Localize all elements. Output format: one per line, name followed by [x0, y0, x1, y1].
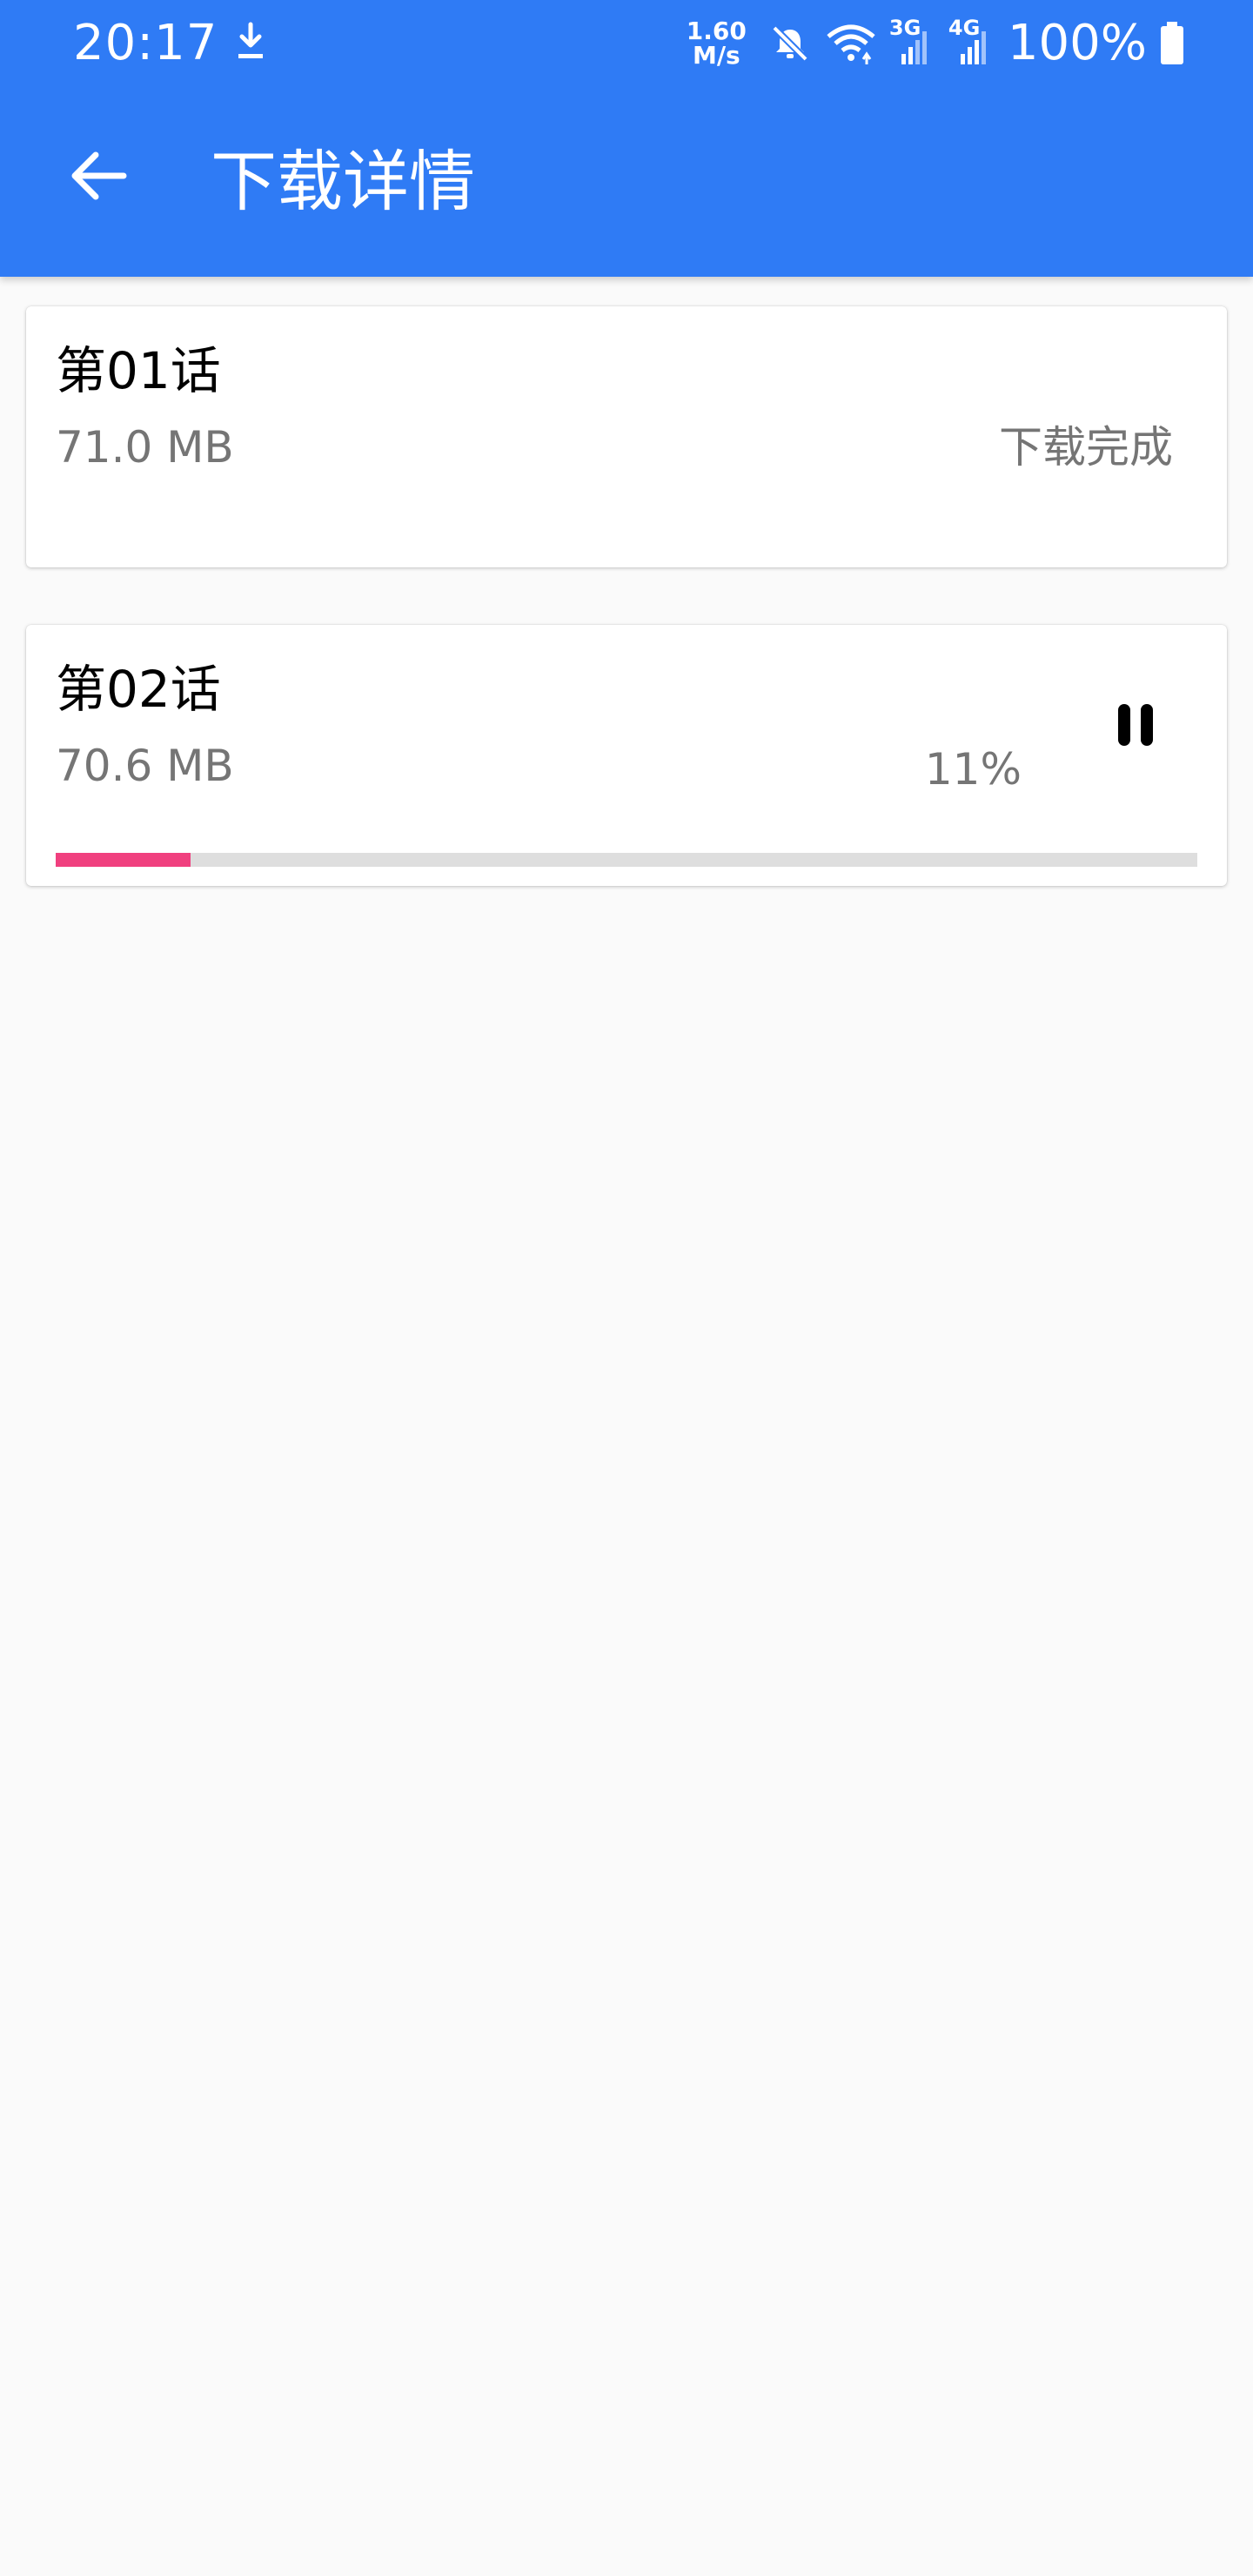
network-speed-value: 1.60 [686, 17, 747, 45]
top-bar: 20:17 1.60 M/s 3G 4G 100% 下载详情 [0, 0, 1253, 277]
app-bar: 下载详情 [0, 87, 1253, 277]
pause-button[interactable] [1096, 686, 1175, 764]
progress-bar [56, 853, 1197, 867]
signal-bars-icon [960, 31, 986, 64]
network-speed: 1.60 M/s [687, 19, 747, 68]
mute-icon [772, 25, 808, 62]
back-button[interactable] [52, 131, 143, 221]
pause-icon [1118, 704, 1153, 746]
episode-size: 71.0 MB [56, 422, 234, 473]
download-notification-icon [238, 22, 263, 58]
download-item[interactable]: 第02话 70.6 MB 11% [26, 625, 1227, 886]
wifi-icon [827, 24, 875, 64]
signal-bars-icon [901, 31, 927, 64]
download-percent: 11% [924, 744, 1022, 795]
battery-icon [1161, 22, 1183, 64]
download-status: 下载完成 [999, 422, 1173, 473]
episode-title: 第02话 [56, 660, 221, 719]
status-time: 20:17 [73, 15, 218, 71]
sim1-signal: 3G [889, 16, 936, 68]
network-speed-unit: M/s [692, 41, 740, 70]
episode-title: 第01话 [56, 341, 221, 400]
arrow-back-icon [71, 151, 127, 200]
progress-bar-fill [56, 853, 191, 867]
page-title: 下载详情 [211, 143, 475, 220]
download-item[interactable]: 第01话 71.0 MB 下载完成 [26, 306, 1227, 567]
battery-percent: 100% [1007, 15, 1147, 71]
status-bar: 20:17 1.60 M/s 3G 4G 100% [0, 0, 1253, 87]
status-icons: 1.60 M/s 3G 4G 100% [687, 10, 1185, 77]
sim2-signal: 4G [948, 16, 995, 68]
episode-size: 70.6 MB [56, 741, 234, 791]
